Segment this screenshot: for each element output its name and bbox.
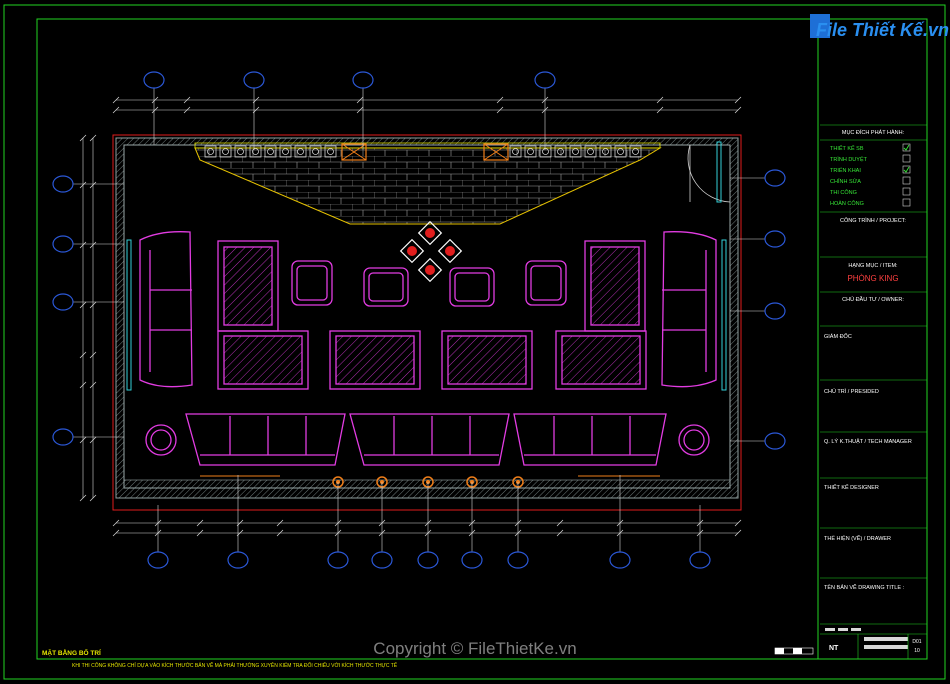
sheet-code: NT [829,645,839,652]
check-icon [903,144,910,151]
purpose-label: HOÀN CÔNG [830,200,864,207]
grid-bubble [764,230,786,248]
purpose-label: TRIỂN KHAI [830,167,861,174]
grid-bubble [764,302,786,320]
item-label: HẠNG MỤC / ITEM: [848,263,898,269]
grid-bubble [507,551,529,569]
title-block: MỤC ĐÍCH PHÁT HÀNH: THIẾT KẾ SB TRÌNH DUY… [820,124,927,659]
drawing-title: MẶT BẰNG BỐ TRÍ [42,647,101,657]
grid-bubble [52,293,74,311]
grid-bubble [764,432,786,450]
purpose-checkbox [902,187,911,196]
grid-bubble [417,551,439,569]
tech-manager-label: Q. LÝ K.THUẬT / TECH MANAGER [824,438,912,445]
purpose-label: CHỈNH SỬA [830,178,861,185]
designer-label: THIẾT KẾ DESIGNER [824,484,879,491]
director-label: GIÁM ĐỐC [824,333,852,340]
grid-bubble [243,71,265,89]
sheet-count: 10 [914,648,920,654]
project-label: CÔNG TRÌNH / PROJECT: [840,217,906,224]
grid-bubble [52,428,74,446]
presided-label: CHỦ TRÌ / PRESIDED [824,388,879,395]
grid-bubble [764,169,786,187]
grid-bubble [143,71,165,89]
purpose-checkbox [902,154,911,163]
grid-bubble [609,551,631,569]
grid-bubble [461,551,483,569]
purpose-checkbox [902,198,911,207]
grid-bubble [534,71,556,89]
purpose-label: TRÌNH DUYỆT [830,155,868,163]
grid-bubble [147,551,169,569]
purpose-label: THIẾT KẾ SB [830,145,864,152]
floor-plan-svg: File Thiết Kế.vn MỤC ĐÍCH PHÁT HÀNH: THI… [3,4,949,680]
purpose-label: THI CÔNG [830,189,857,196]
grid-bubble [52,235,74,253]
drawing-title-label: TÊN BẢN VẼ DRAWING TITLE : [824,583,905,591]
grid-bubble [352,71,374,89]
grid-bubble [227,551,249,569]
drawer-label: THỂ HIỆN (VẼ) / DRAWER [824,534,891,542]
grid-bubble [52,175,74,193]
scale-bar [774,647,814,655]
purpose-checkbox [902,176,911,185]
grid-bubble [327,551,349,569]
logo-text: File Thiết Kế.vn [816,20,949,40]
check-icon [903,166,910,173]
sheet-number: D01 [912,639,921,645]
item-value: PHÒNG KING [847,274,898,283]
cad-drawing-canvas: File Thiết Kế.vn MỤC ĐÍCH PHÁT HÀNH: THI… [0,0,950,684]
drawing-note: KHI THI CÔNG KHÔNG CHỈ DỰA VÀO KÍCH THƯỚ… [72,661,398,669]
copyright-watermark: Copyright © FileThietKe.vn [373,639,576,658]
owner-label: CHỦ ĐẦU TƯ / OWNER: [842,296,904,303]
grid-bubble [689,551,711,569]
file-thiet-ke-logo: File Thiết Kế.vn [810,14,949,40]
grid-bubble [371,551,393,569]
purpose-heading: MỤC ĐÍCH PHÁT HÀNH: [842,129,905,136]
